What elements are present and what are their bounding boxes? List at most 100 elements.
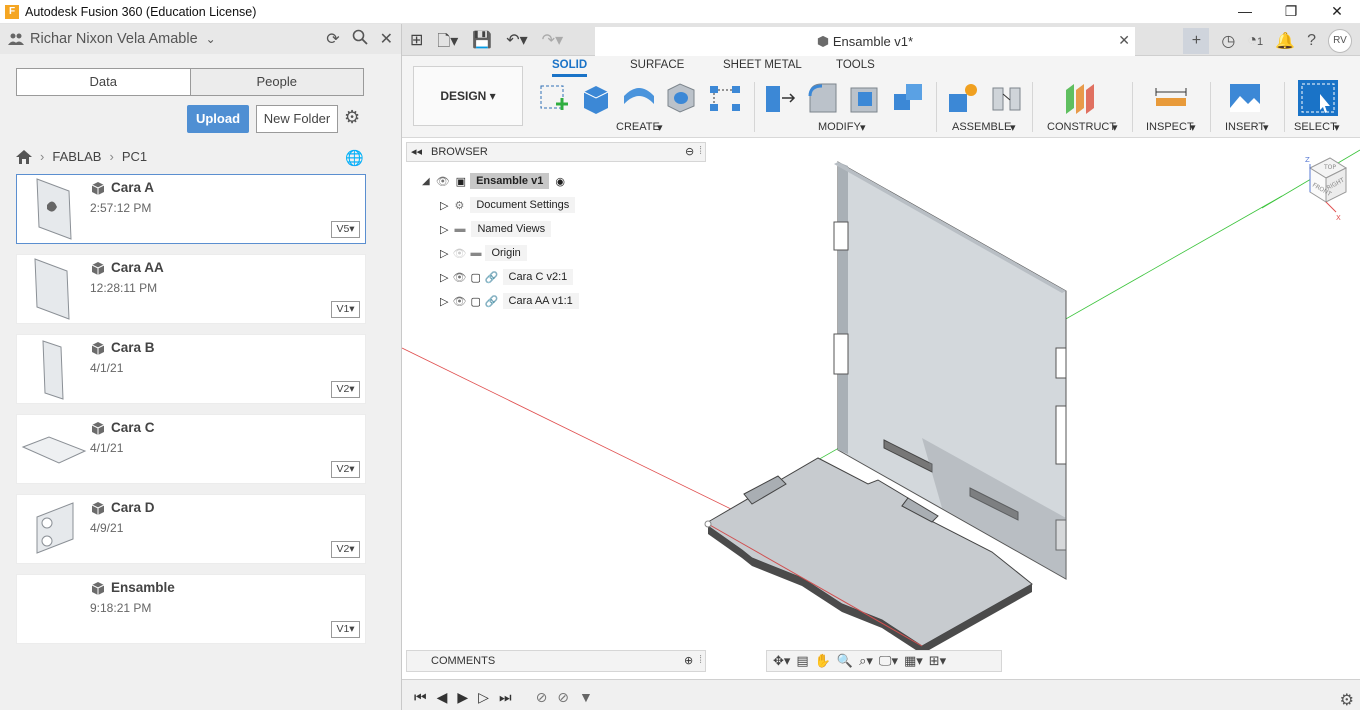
- eye-icon[interactable]: 👁: [436, 175, 450, 188]
- close-tab-icon[interactable]: ✕: [1118, 32, 1130, 49]
- document-tab[interactable]: Ensamble v1* ✕: [595, 27, 1135, 56]
- new-tab-button[interactable]: +: [1183, 28, 1210, 54]
- globe-icon[interactable]: 🌐: [345, 149, 364, 167]
- viewports-icon[interactable]: ⊞▾: [929, 653, 946, 669]
- look-at-icon[interactable]: ▤: [796, 653, 808, 669]
- timeline-feature-icon[interactable]: ⊘: [536, 689, 548, 706]
- panel-grip-icon[interactable]: ⁞: [699, 145, 702, 157]
- search-icon[interactable]: [352, 29, 368, 50]
- eye-icon[interactable]: 👁: [452, 295, 466, 308]
- measure-icon[interactable]: [1154, 82, 1188, 114]
- new-component-icon[interactable]: [947, 82, 981, 114]
- chevron-down-icon[interactable]: ▾: [1112, 121, 1118, 134]
- offset-plane-icon[interactable]: [1064, 82, 1098, 114]
- expand-triangle-icon[interactable]: ▷: [440, 295, 448, 308]
- file-card[interactable]: Cara B 4/1/21 V2▾: [16, 334, 366, 404]
- timeline-marker-icon[interactable]: ▼: [579, 689, 593, 706]
- chevron-down-icon[interactable]: ▾: [1334, 121, 1340, 134]
- chevron-down-icon[interactable]: ⌄: [206, 32, 216, 46]
- extensions-icon[interactable]: ◷: [1221, 31, 1235, 51]
- minimize-panel-icon[interactable]: ⊖: [685, 145, 694, 158]
- pan-icon[interactable]: ✋: [815, 653, 831, 669]
- zoom-icon[interactable]: 🔍: [837, 653, 853, 669]
- workspace-switcher[interactable]: DESIGN ▾: [413, 66, 523, 126]
- undo-icon[interactable]: ↶▾: [506, 30, 527, 57]
- version-dropdown[interactable]: V2▾: [331, 461, 360, 478]
- group-assemble[interactable]: ASSEMBLE: [952, 121, 1011, 133]
- version-dropdown[interactable]: V1▾: [331, 301, 360, 318]
- combine-icon[interactable]: [892, 82, 926, 114]
- step-back-icon[interactable]: ◀: [437, 689, 448, 706]
- orbit-icon[interactable]: ✥▾: [773, 653, 790, 669]
- tab-data[interactable]: Data: [17, 69, 190, 95]
- group-insert[interactable]: INSERT: [1225, 121, 1265, 133]
- data-panel-toggle-icon[interactable]: ⊞: [410, 30, 423, 57]
- step-forward-icon[interactable]: ▷: [478, 689, 489, 706]
- notifications-icon[interactable]: 🔔: [1275, 31, 1295, 51]
- canvas-viewport[interactable]: ◂◂ BROWSER ⊖ ⁞ ◢ 👁 ▣ Ensamble v1 ◉ ▷ ⚙ D…: [402, 138, 1360, 679]
- file-card[interactable]: Cara C 4/1/21 V2▾: [16, 414, 366, 484]
- file-card[interactable]: Cara D 4/9/21 V2▾: [16, 494, 366, 564]
- browser-item-document-settings[interactable]: ▷ ⚙ Document Settings: [440, 195, 576, 215]
- display-settings-icon[interactable]: 🖵▾: [879, 653, 898, 669]
- expand-triangle-icon[interactable]: ▷: [440, 271, 448, 284]
- collapse-browser-icon[interactable]: ◂◂: [411, 145, 422, 158]
- new-folder-button[interactable]: New Folder: [256, 105, 338, 133]
- extrude-icon[interactable]: [580, 82, 614, 114]
- comments-panel[interactable]: COMMENTS ⊕ ⁞: [406, 650, 706, 672]
- panel-grip-icon[interactable]: ⁞: [699, 654, 702, 666]
- insert-image-icon[interactable]: [1228, 82, 1262, 114]
- browser-item-component[interactable]: ▷ 👁 ▢ 🔗 Cara AA v1:1: [440, 291, 579, 311]
- tab-solid[interactable]: SOLID: [552, 59, 588, 77]
- group-create[interactable]: CREATE: [616, 121, 660, 133]
- gear-icon[interactable]: ⚙: [344, 107, 360, 128]
- home-icon[interactable]: [16, 149, 32, 164]
- expand-triangle-icon[interactable]: ▷: [440, 199, 448, 212]
- browser-item-origin[interactable]: ▷ 👁 ▬ Origin: [440, 243, 527, 263]
- play-icon[interactable]: ▶: [457, 689, 468, 706]
- group-modify[interactable]: MODIFY: [818, 121, 861, 133]
- eye-icon[interactable]: 👁: [452, 271, 466, 284]
- refresh-icon[interactable]: ⟳: [326, 29, 339, 50]
- breadcrumb-item[interactable]: PC1: [122, 149, 147, 164]
- fillet-icon[interactable]: [806, 82, 840, 114]
- browser-root-row[interactable]: ◢ 👁 ▣ Ensamble v1 ◉: [422, 171, 565, 191]
- browser-item-named-views[interactable]: ▷ ▬ Named Views: [440, 219, 552, 239]
- file-card[interactable]: Ensamble 9:18:21 PM V1▾: [16, 574, 366, 644]
- browser-root-label[interactable]: Ensamble v1: [470, 173, 550, 189]
- close-button[interactable]: ✕: [1314, 0, 1360, 24]
- file-card[interactable]: Cara AA 12:28:11 PM V1▾: [16, 254, 366, 324]
- tab-sheet-metal[interactable]: SHEET METAL: [723, 59, 802, 71]
- version-dropdown[interactable]: V2▾: [331, 381, 360, 398]
- view-cube[interactable]: TOP FRONT RIGHT Z X: [1288, 154, 1348, 226]
- shell-icon[interactable]: [848, 82, 882, 114]
- group-construct[interactable]: CONSTRUCT: [1047, 121, 1116, 133]
- chevron-down-icon[interactable]: ▾: [657, 121, 663, 134]
- eye-hidden-icon[interactable]: 👁: [452, 247, 466, 260]
- browser-item-component[interactable]: ▷ 👁 ▢ 🔗 Cara C v2:1: [440, 267, 574, 287]
- timeline-feature-icon[interactable]: ⊘: [557, 689, 569, 706]
- help-icon[interactable]: ?: [1307, 32, 1316, 50]
- chevron-down-icon[interactable]: ▾: [860, 121, 866, 134]
- version-dropdown[interactable]: V1▾: [331, 621, 360, 638]
- fit-icon[interactable]: ⌕▾: [859, 653, 873, 669]
- tab-surface[interactable]: SURFACE: [630, 59, 684, 71]
- version-dropdown[interactable]: V5▾: [331, 221, 360, 238]
- file-card[interactable]: Cara A 2:57:12 PM V5▾: [16, 174, 366, 244]
- avatar[interactable]: RV: [1328, 29, 1352, 53]
- team-user-name[interactable]: Richar Nixon Vela Amable: [30, 31, 198, 47]
- pattern-icon[interactable]: [708, 82, 742, 114]
- job-status-icon[interactable]: ◔1: [1247, 32, 1263, 50]
- restore-button[interactable]: ❐: [1268, 0, 1314, 24]
- group-inspect[interactable]: INSPECT: [1146, 121, 1194, 133]
- grid-settings-icon[interactable]: ▦▾: [904, 653, 923, 669]
- expand-triangle-icon[interactable]: ▷: [440, 247, 448, 260]
- chevron-down-icon[interactable]: ▾: [1010, 121, 1016, 134]
- activate-radio-icon[interactable]: ◉: [555, 175, 565, 188]
- breadcrumb-item[interactable]: FABLAB: [52, 149, 101, 164]
- redo-icon[interactable]: ↷▾: [542, 30, 563, 57]
- group-select[interactable]: SELECT: [1294, 121, 1337, 133]
- press-pull-icon[interactable]: [762, 82, 796, 114]
- joint-icon[interactable]: [990, 82, 1024, 114]
- add-comment-icon[interactable]: ⊕: [684, 654, 693, 667]
